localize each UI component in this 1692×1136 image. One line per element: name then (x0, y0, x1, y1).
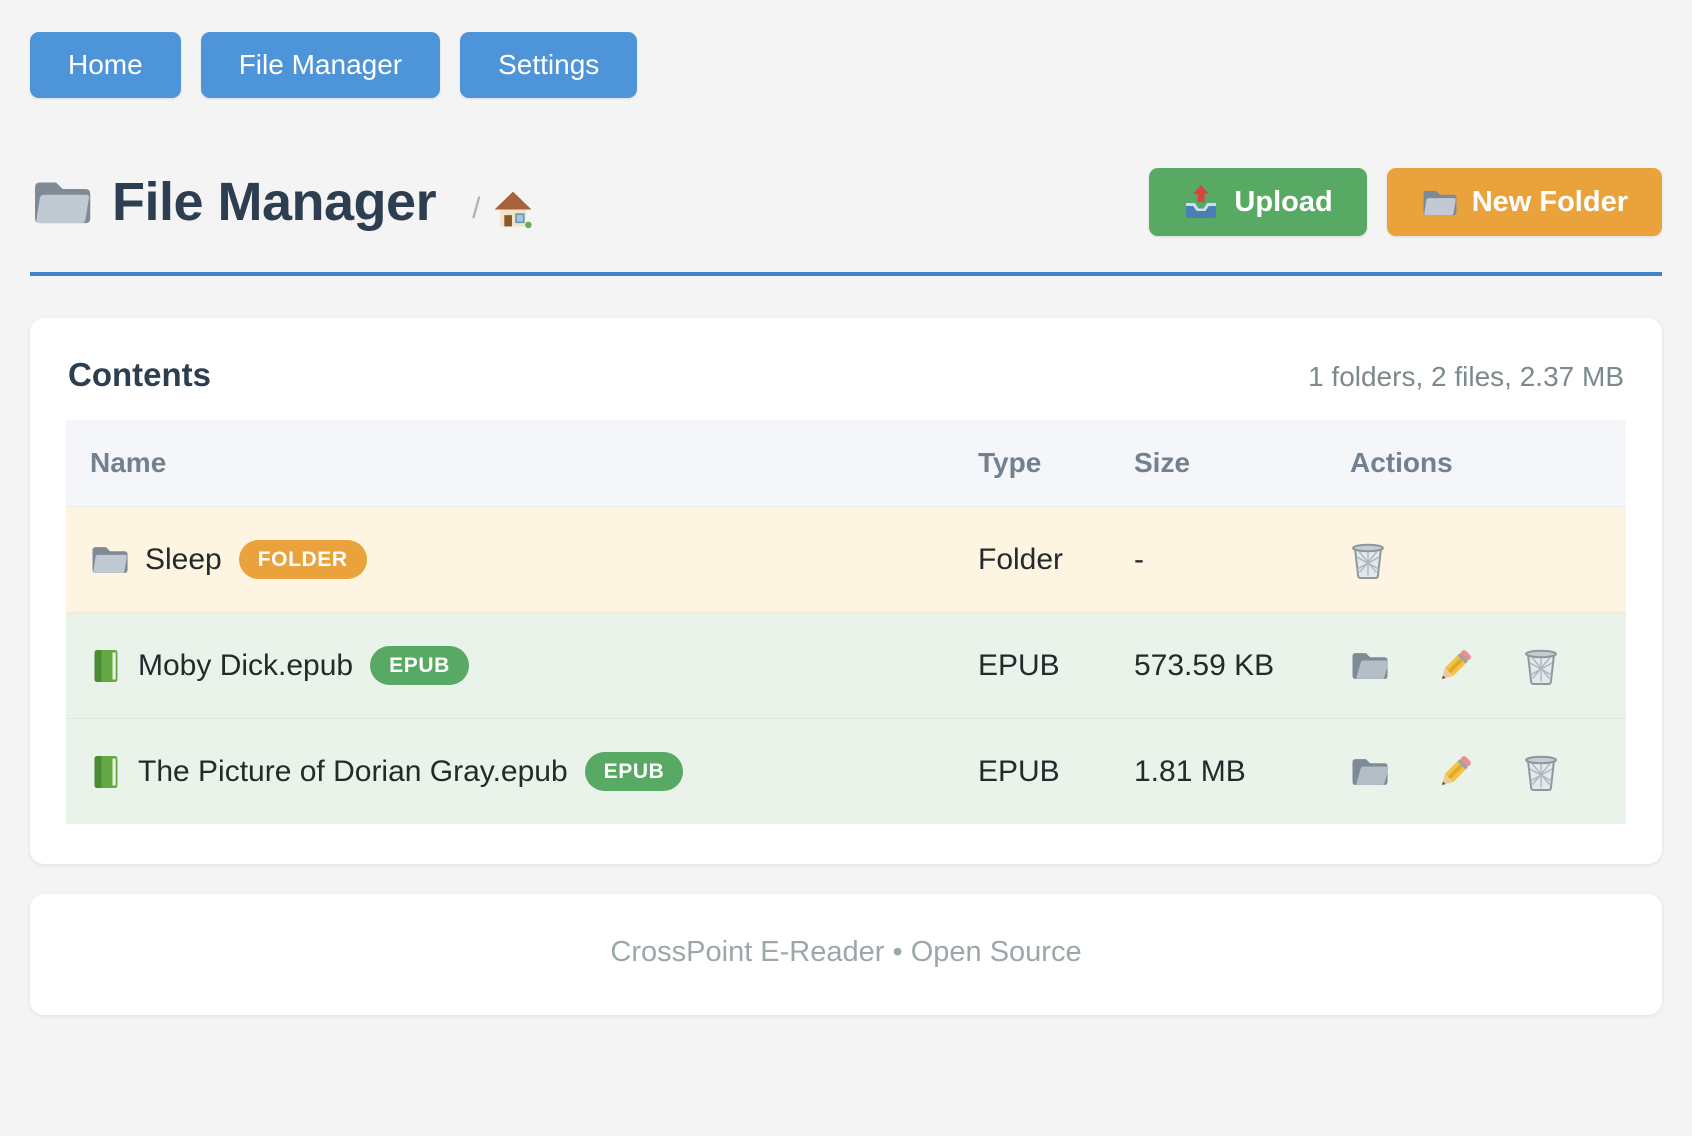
item-name: Sleep (145, 543, 222, 577)
new-folder-button[interactable]: New Folder (1387, 168, 1662, 236)
name-cell: Sleep FOLDER (66, 507, 954, 613)
actions-cell (1326, 613, 1626, 719)
name-cell: The Picture of Dorian Gray.epub EPUB (66, 719, 954, 825)
contents-summary: 1 folders, 2 files, 2.37 MB (1308, 361, 1624, 393)
delete-button[interactable] (1523, 753, 1559, 791)
item-name: Moby Dick.epub (138, 649, 353, 683)
page-header: File Manager / Upload New Folder (30, 168, 1662, 236)
nav-settings-button[interactable]: Settings (460, 32, 637, 98)
trash-icon (1523, 753, 1559, 791)
upload-button[interactable]: Upload (1149, 168, 1366, 236)
size-cell: 1.81 MB (1110, 719, 1326, 825)
contents-card: Contents 1 folders, 2 files, 2.37 MB Nam… (30, 318, 1662, 864)
open-folder-icon (1350, 649, 1388, 682)
type-cell: EPUB (954, 719, 1110, 825)
header-actions: Upload New Folder (1149, 168, 1662, 236)
epub-badge: EPUB (370, 646, 469, 685)
folder-badge: FOLDER (239, 540, 367, 579)
type-cell: EPUB (954, 613, 1110, 719)
size-cell: - (1110, 507, 1326, 613)
table-row: Sleep FOLDER Folder - (66, 507, 1626, 613)
folder-icon (90, 543, 128, 576)
nav-file-manager-button[interactable]: File Manager (201, 32, 440, 98)
delete-button[interactable] (1523, 647, 1559, 685)
new-folder-icon (1421, 187, 1457, 218)
upload-tray-icon (1183, 184, 1219, 220)
home-icon[interactable] (492, 188, 534, 230)
rename-button[interactable] (1436, 753, 1474, 791)
title-wrap: File Manager / (30, 171, 534, 233)
actions-cell (1326, 507, 1626, 613)
move-button[interactable] (1350, 649, 1388, 682)
upload-button-label: Upload (1234, 186, 1332, 219)
table-row: Moby Dick.epub EPUB EPUB 573.59 KB (66, 613, 1626, 719)
table-row: The Picture of Dorian Gray.epub EPUB EPU… (66, 719, 1626, 825)
page-title: File Manager (112, 171, 436, 233)
pencil-icon (1436, 647, 1474, 685)
column-header-size: Size (1110, 420, 1326, 507)
book-icon (90, 754, 121, 790)
nav-home-button[interactable]: Home (30, 32, 181, 98)
name-cell: Moby Dick.epub EPUB (66, 613, 954, 719)
pencil-icon (1436, 753, 1474, 791)
open-folder-icon (1350, 755, 1388, 788)
trash-icon (1523, 647, 1559, 685)
footer-text: CrossPoint E-Reader • Open Source (610, 936, 1081, 968)
column-header-actions: Actions (1326, 420, 1626, 507)
size-cell: 573.59 KB (1110, 613, 1326, 719)
actions-cell (1326, 719, 1626, 825)
new-folder-button-label: New Folder (1472, 186, 1628, 219)
file-table: Name Type Size Actions Sleep FOLDER Fold… (66, 420, 1626, 824)
breadcrumb-separator: / (472, 192, 480, 226)
footer-card: CrossPoint E-Reader • Open Source (30, 894, 1662, 1015)
top-nav: Home File Manager Settings (30, 32, 1662, 98)
table-header-row: Name Type Size Actions (66, 420, 1626, 507)
folder-icon (30, 176, 92, 228)
book-icon (90, 648, 121, 684)
contents-card-header: Contents 1 folders, 2 files, 2.37 MB (66, 356, 1626, 394)
epub-badge: EPUB (585, 752, 684, 791)
move-button[interactable] (1350, 755, 1388, 788)
contents-heading: Contents (68, 356, 211, 394)
column-header-type: Type (954, 420, 1110, 507)
item-name: The Picture of Dorian Gray.epub (138, 755, 568, 789)
trash-icon (1350, 541, 1386, 579)
type-cell: Folder (954, 507, 1110, 613)
column-header-name: Name (66, 420, 954, 507)
rename-button[interactable] (1436, 647, 1474, 685)
title-divider (30, 272, 1662, 276)
breadcrumb: / (472, 188, 534, 230)
delete-button[interactable] (1350, 541, 1386, 579)
